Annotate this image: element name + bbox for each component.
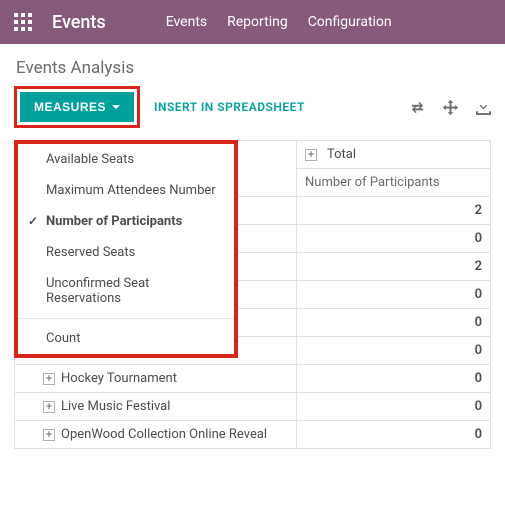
nav-configuration[interactable]: Configuration (308, 14, 392, 30)
row-label: OpenWood Collection Online Reveal (61, 427, 267, 442)
toolbar: MEASURES INSERT IN SPREADSHEET (0, 86, 505, 140)
top-nav: Events Reporting Configuration (166, 14, 392, 30)
table-row[interactable]: + Hockey Tournament (15, 365, 297, 393)
total-label: Total (327, 147, 356, 162)
row-label: Hockey Tournament (61, 371, 177, 386)
cell-value: 0 (297, 225, 491, 253)
col-total[interactable]: + Total (297, 141, 491, 169)
nav-events[interactable]: Events (166, 14, 207, 30)
dd-available-seats[interactable]: Available Seats (18, 144, 234, 175)
measures-label: MEASURES (34, 100, 106, 114)
plus-icon[interactable]: + (43, 429, 55, 441)
caret-down-icon (112, 105, 120, 109)
nav-reporting[interactable]: Reporting (227, 14, 288, 30)
plus-icon[interactable]: + (43, 401, 55, 413)
cell-value: 0 (297, 421, 491, 449)
plus-icon[interactable]: + (43, 373, 55, 385)
table-row[interactable]: + Live Music Festival (15, 393, 297, 421)
page-title: Events Analysis (0, 44, 505, 86)
dd-unconfirmed[interactable]: Unconfirmed Seat Reservations (18, 268, 234, 314)
cell-value: 0 (297, 365, 491, 393)
cell-value: 2 (297, 197, 491, 225)
dd-num-participants[interactable]: Number of Participants (18, 206, 234, 237)
dd-count[interactable]: Count (18, 323, 234, 354)
plus-icon[interactable]: + (305, 149, 317, 161)
apps-icon[interactable] (14, 13, 32, 31)
brand-title[interactable]: Events (52, 12, 106, 33)
swap-icon[interactable] (410, 100, 425, 115)
table-row[interactable]: + OpenWood Collection Online Reveal (15, 421, 297, 449)
cell-value: 2 (297, 253, 491, 281)
cell-value: 0 (297, 337, 491, 365)
dd-max-attendees[interactable]: Maximum Attendees Number (18, 175, 234, 206)
expand-icon[interactable] (443, 100, 458, 115)
measures-highlight: MEASURES (14, 86, 140, 128)
cell-value: 0 (297, 309, 491, 337)
toolbar-icons (410, 100, 491, 115)
content-area: Available Seats Maximum Attendees Number… (0, 140, 505, 449)
measures-button[interactable]: MEASURES (20, 92, 134, 122)
row-label: Live Music Festival (61, 399, 170, 414)
dd-reserved-seats[interactable]: Reserved Seats (18, 237, 234, 268)
cell-value: 0 (297, 393, 491, 421)
measures-dropdown: Available Seats Maximum Attendees Number… (14, 140, 238, 358)
dd-separator (18, 318, 234, 319)
download-icon[interactable] (476, 100, 491, 115)
measure-header: Number of Participants (297, 169, 491, 197)
insert-spreadsheet-link[interactable]: INSERT IN SPREADSHEET (154, 100, 305, 114)
topbar: Events Events Reporting Configuration (0, 0, 505, 44)
cell-value: 0 (297, 281, 491, 309)
